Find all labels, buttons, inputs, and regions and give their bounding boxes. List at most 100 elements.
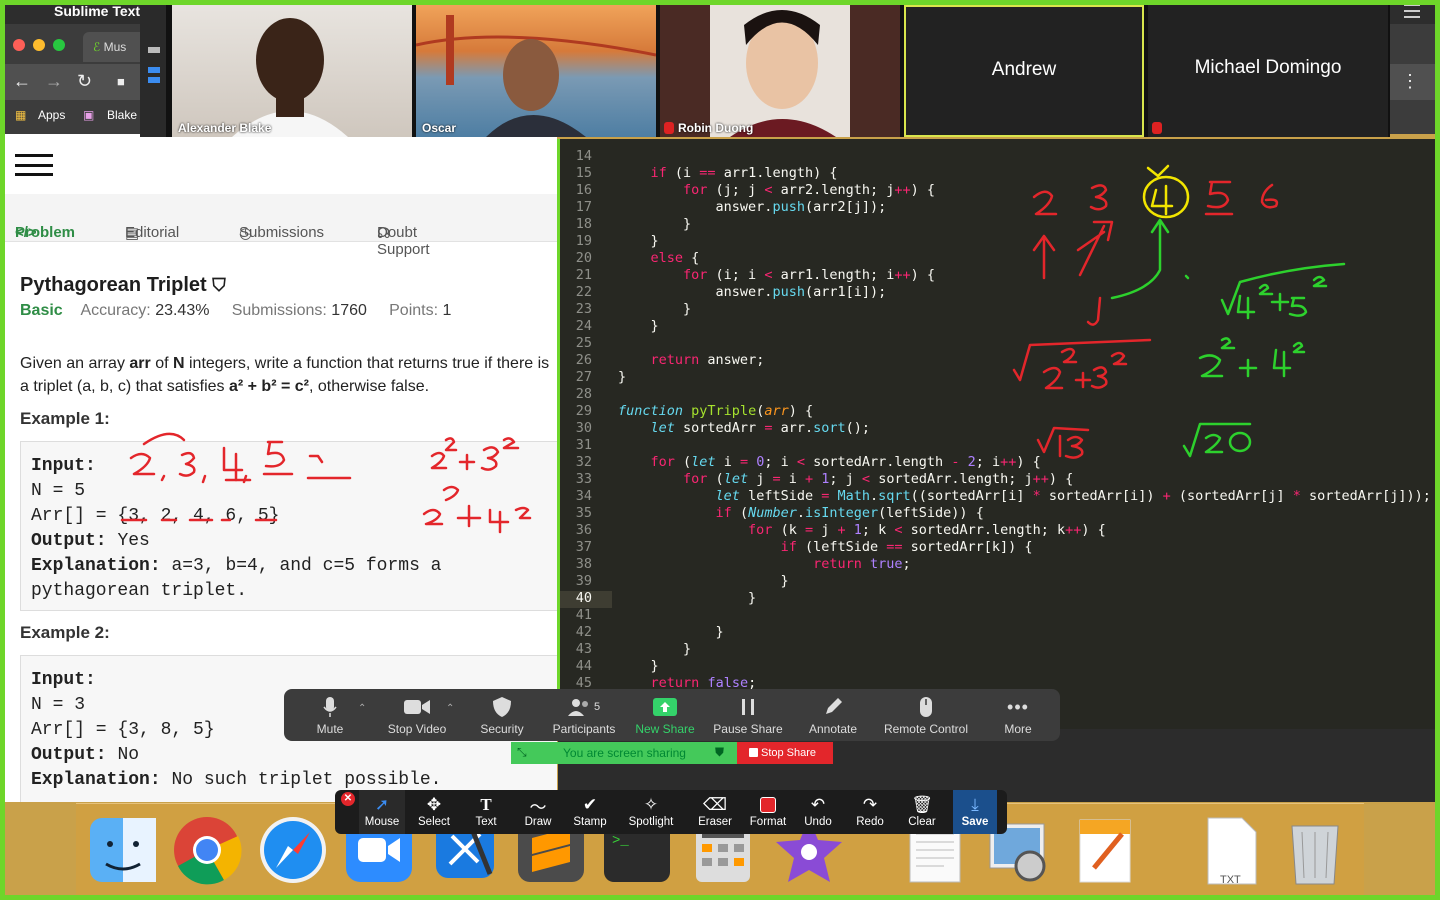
code-line[interactable]: else { — [618, 250, 700, 266]
code-line[interactable]: } — [618, 624, 724, 640]
tool-format[interactable]: Format — [743, 790, 793, 834]
reload-icon[interactable]: ↻ — [77, 71, 92, 92]
line-number: 27 — [575, 369, 592, 385]
line-number: 21 — [575, 267, 592, 283]
line-number: 33 — [575, 471, 592, 487]
chevron-up-icon[interactable]: ⌃ — [446, 703, 454, 714]
browser-menu-icon[interactable]: ⋮ — [1401, 71, 1419, 92]
code-line[interactable]: for (k = j + 1; k < sortedArr.length; k+… — [618, 522, 1106, 538]
layout-active-icon[interactable] — [148, 67, 160, 73]
code-line[interactable]: for (j; j < arr2.length; j++) { — [618, 182, 935, 198]
code-line[interactable]: return answer; — [618, 352, 765, 368]
trash-icon[interactable] — [1280, 814, 1350, 886]
code-line[interactable]: for (let i = 0; i < sortedArr.length - 2… — [618, 454, 1041, 470]
participant-video-image — [710, 5, 850, 137]
security-button[interactable]: Security — [470, 689, 534, 741]
problem-tabs: </> Problem ▤ Editorial ◷ Submissions ☊ … — [5, 194, 557, 258]
sharing-status[interactable]: ⤡ You are screen sharing ⛊ — [511, 742, 737, 764]
tool-eraser[interactable]: ⌫ Eraser — [689, 790, 741, 834]
tool-clear[interactable]: 🗑 Clear — [899, 790, 945, 834]
code-line[interactable]: } — [618, 318, 659, 334]
tool-stamp[interactable]: ✔ Stamp — [565, 790, 615, 834]
minimize-window-button[interactable] — [33, 39, 45, 51]
code-line[interactable]: answer.push(arr1[i]); — [618, 284, 887, 300]
remote-control-button[interactable]: Remote Control — [876, 689, 976, 741]
drag-handle-icon[interactable]: ⤡ — [517, 745, 527, 760]
code-line[interactable]: for (let j = i + 1; j < sortedArr.length… — [618, 471, 1073, 487]
video-tile-michael[interactable]: Michael Domingo — [1148, 5, 1388, 137]
annotation-toolbar: ✕ ➚ Mouse ✥ Select T Text 〜 Draw ✔ Stamp ✧ Spo… — [335, 790, 1007, 834]
code-line[interactable]: } — [618, 301, 691, 317]
code-line[interactable]: let sortedArr = arr.sort(); — [618, 420, 870, 436]
more-button[interactable]: ••• More — [988, 689, 1048, 741]
stop-share-button[interactable]: Stop Share — [737, 742, 833, 764]
video-tile-oscar[interactable]: Oscar — [416, 5, 656, 137]
tool-redo[interactable]: ↷ Redo — [847, 790, 893, 834]
participant-name: Alexander Blake — [178, 121, 272, 135]
new-share-button[interactable]: New Share — [632, 689, 698, 741]
view-switch-strip[interactable] — [140, 5, 166, 137]
line-number: 36 — [575, 522, 592, 538]
code-line[interactable]: } — [618, 641, 691, 657]
tool-draw[interactable]: 〜 Draw — [515, 790, 561, 834]
code-line[interactable]: for (i; i < arr1.length; i++) { — [618, 267, 935, 283]
bookmark-icon[interactable]: ⛉ — [212, 275, 226, 295]
chrome-icon[interactable] — [172, 814, 242, 886]
finder-icon[interactable] — [88, 814, 158, 886]
tool-select[interactable]: ✥ Select — [411, 790, 457, 834]
forward-icon[interactable]: → — [45, 71, 63, 92]
stop-share-label: Stop Share — [761, 747, 817, 759]
menu-extra-icon[interactable] — [1404, 4, 1420, 18]
code-line[interactable]: answer.push(arr2[j]); — [618, 199, 887, 215]
tool-spotlight[interactable]: ✧ Spotlight — [621, 790, 681, 834]
participants-button[interactable]: 5 Participants — [546, 689, 622, 741]
close-toolbar-button[interactable]: ✕ — [341, 792, 355, 806]
bookmark-blake[interactable]: Blake — [107, 108, 137, 122]
participant-name: Robin Duong — [678, 121, 754, 135]
zoom-window-button[interactable] — [53, 39, 65, 51]
back-icon[interactable]: ← — [13, 71, 31, 92]
code-line[interactable]: } — [618, 573, 789, 589]
code-line[interactable]: } — [618, 233, 659, 249]
code-line[interactable]: function pyTriple(arr) { — [618, 403, 813, 419]
close-window-button[interactable] — [13, 39, 25, 51]
code-line[interactable]: if (Number.isInteger(leftSide)) { — [618, 505, 984, 521]
annotate-button[interactable]: Annotate — [800, 689, 866, 741]
video-tile-robin[interactable]: Robin Duong — [660, 5, 900, 137]
tool-mouse[interactable]: ➚ Mouse — [359, 790, 405, 834]
problem-description: Given an array arr of N integers, write … — [20, 352, 556, 398]
hamburger-menu-icon[interactable] — [15, 154, 53, 176]
participants-label: Participants — [552, 722, 616, 736]
video-tile-alexander[interactable]: Alexander Blake — [172, 5, 412, 137]
layout-active-icon-2 — [148, 77, 160, 83]
code-line[interactable]: } — [618, 590, 756, 606]
code-line[interactable]: } — [618, 216, 691, 232]
squiggle-icon: 〜 — [529, 797, 547, 817]
code-line[interactable]: if (i == arr1.length) { — [618, 165, 838, 181]
trash-icon: 🗑 — [911, 795, 933, 814]
pause-share-button[interactable]: Pause Share — [708, 689, 788, 741]
line-number: 19 — [575, 233, 592, 249]
explanation-text: No such triplet possible. — [171, 770, 442, 790]
video-tile-andrew[interactable]: Andrew — [904, 5, 1144, 137]
video-gallery: Alexander Blake Oscar Robin Duong Andrew… — [166, 5, 1390, 137]
code-line[interactable]: return true; — [618, 556, 911, 572]
code-line[interactable]: let leftSide = Math.sqrt((sortedArr[i] *… — [618, 488, 1431, 504]
code-line[interactable]: if (leftSide == sortedArr[k]) { — [618, 539, 1033, 555]
stop-video-button[interactable]: Stop Video — [380, 689, 454, 741]
safari-icon[interactable] — [258, 814, 328, 886]
tool-undo[interactable]: ↶ Undo — [795, 790, 841, 834]
chevron-up-icon[interactable]: ⌃ — [358, 703, 366, 714]
code-line[interactable]: } — [618, 658, 659, 674]
bookmark-apps[interactable]: Apps — [38, 108, 65, 122]
mute-button[interactable]: Mute — [300, 689, 360, 741]
tool-text[interactable]: T Text — [463, 790, 509, 834]
output-value: Yes — [117, 531, 150, 551]
code-editor[interactable]: 14 15 16 17 18 19 20 21 22 23 24 25 26 27 28 29 30 31 32 33… — [557, 139, 1435, 729]
tool-save[interactable]: ⤓ Save — [953, 790, 997, 834]
app-name[interactable]: Sublime Text — [54, 3, 140, 19]
participant-name: Andrew — [991, 59, 1057, 80]
pages-icon[interactable] — [1070, 814, 1140, 886]
layout-icon[interactable] — [148, 47, 160, 53]
code-line[interactable]: } — [618, 369, 626, 385]
